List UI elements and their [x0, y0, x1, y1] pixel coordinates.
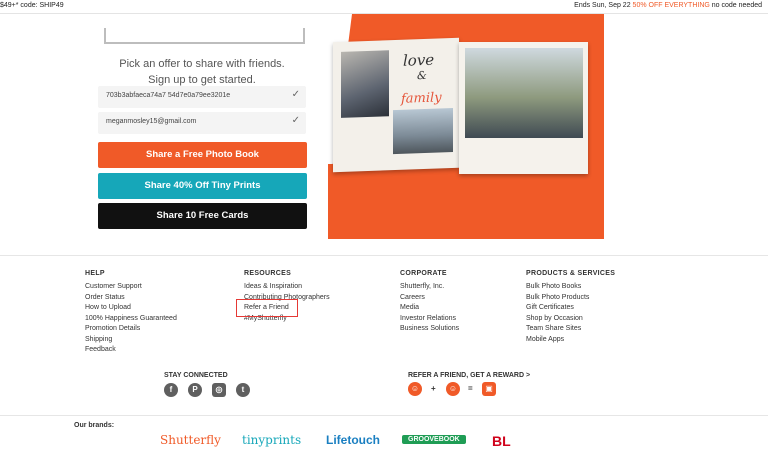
- footer-link-feedback[interactable]: Feedback: [85, 345, 177, 356]
- book-love-text: love: [403, 50, 435, 70]
- footer-link-ideas-inspiration[interactable]: Ideas & Inspiration: [244, 282, 330, 293]
- check-icon: ✓: [291, 89, 300, 100]
- brands-label: Our brands:: [74, 422, 115, 429]
- instagram-icon[interactable]: ◎: [212, 383, 226, 397]
- book-ampersand-text: &: [417, 68, 427, 83]
- promo-sale-text: Ends Sun, Sep 22 50% OFF EVERYTHING no c…: [574, 2, 762, 9]
- footer-link-how-to-upload[interactable]: How to Upload: [85, 303, 177, 314]
- refer-a-friend-highlight: [236, 299, 298, 317]
- brand-lifetouch-logo[interactable]: Lifetouch: [326, 433, 380, 447]
- footer-link-shop-by-occasion[interactable]: Shop by Occasion: [526, 314, 615, 325]
- footer-link-bulk-photo-books[interactable]: Bulk Photo Books: [526, 282, 615, 293]
- equals-sign: =: [468, 384, 473, 393]
- share-photo-book-button[interactable]: Share a Free Photo Book: [98, 142, 307, 168]
- promo-code-text: $49+* code: SHIP49: [0, 2, 64, 9]
- footer-products-column: PRODUCTS & SERVICES Bulk Photo Books Bul…: [526, 270, 615, 345]
- photo-book-image: love & family: [333, 37, 588, 174]
- corporate-heading: CORPORATE: [400, 270, 447, 277]
- footer-link-customer-support[interactable]: Customer Support: [85, 282, 177, 293]
- book-right-page: [459, 42, 588, 174]
- form-card-edge: [104, 28, 305, 44]
- email-value: meganmosley15@gmail.com: [106, 118, 197, 125]
- referral-pitch: Pick an offer to share with friends. Sig…: [98, 56, 306, 88]
- friends-icon: ☺: [446, 382, 460, 396]
- check-icon: ✓: [291, 115, 300, 126]
- group-photo: [465, 48, 583, 138]
- share-cards-button[interactable]: Share 10 Free Cards: [98, 203, 307, 229]
- resources-heading: RESOURCES: [244, 270, 292, 277]
- footer-link-gift-certificates[interactable]: Gift Certificates: [526, 303, 615, 314]
- promo-bar: $49+* code: SHIP49 Ends Sun, Sep 22 50% …: [0, 0, 768, 14]
- twitter-icon[interactable]: t: [236, 383, 250, 397]
- email-field[interactable]: meganmosley15@gmail.com ✓: [98, 112, 306, 134]
- referral-code-field[interactable]: 703b3abfaeca74a7 54d7e0a79ee3201e ✓: [98, 86, 306, 108]
- stay-connected-heading: STAY CONNECTED: [164, 372, 228, 379]
- beach-photo: [393, 108, 453, 155]
- referral-code-value: 703b3abfaeca74a7 54d7e0a79ee3201e: [106, 92, 231, 99]
- pinterest-icon[interactable]: P: [188, 383, 202, 397]
- products-heading: PRODUCTS & SERVICES: [526, 270, 616, 277]
- friend-icon: ☺: [408, 382, 422, 396]
- brand-bl-logo[interactable]: BL: [492, 433, 511, 449]
- book-family-text: family: [401, 90, 442, 107]
- promo-sale-note: no code needed: [711, 2, 762, 9]
- pitch-line-1: Pick an offer to share with friends.: [119, 58, 285, 70]
- footer-corporate-column: CORPORATE Shutterfly, Inc. Careers Media…: [400, 270, 459, 335]
- footer-link-promotion-details[interactable]: Promotion Details: [85, 324, 177, 335]
- referral-hero: Pick an offer to share with friends. Sig…: [0, 14, 768, 239]
- brand-shutterfly-logo[interactable]: Shutterfly: [160, 433, 221, 447]
- footer-divider: [0, 255, 768, 256]
- help-heading: HELP: [85, 270, 105, 277]
- brand-tinyprints-logo[interactable]: tinyprints: [242, 433, 301, 447]
- footer-link-careers[interactable]: Careers: [400, 293, 459, 304]
- footer-link-media[interactable]: Media: [400, 303, 459, 314]
- footer-link-shutterfly-inc[interactable]: Shutterfly, Inc.: [400, 282, 459, 293]
- refer-reward-link[interactable]: REFER A FRIEND, GET A REWARD >: [408, 372, 530, 379]
- footer-link-bulk-photo-products[interactable]: Bulk Photo Products: [526, 293, 615, 304]
- footer-link-order-status[interactable]: Order Status: [85, 293, 177, 304]
- footer-link-mobile-apps[interactable]: Mobile Apps: [526, 335, 615, 346]
- footer-link-investor-relations[interactable]: Investor Relations: [400, 314, 459, 325]
- facebook-icon[interactable]: f: [164, 383, 178, 397]
- book-left-page: love & family: [333, 37, 459, 173]
- gift-icon: ▣: [482, 382, 496, 396]
- share-tiny-prints-button[interactable]: Share 40% Off Tiny Prints: [98, 173, 307, 199]
- family-photo: [341, 50, 389, 118]
- promo-sale-highlight: 50% OFF EVERYTHING: [632, 2, 710, 9]
- brand-groovebook-logo[interactable]: GROOVEBOOK: [402, 435, 466, 444]
- footer-link-happiness-guaranteed[interactable]: 100% Happiness Guaranteed: [85, 314, 177, 325]
- promo-end-date: Ends Sun, Sep 22: [574, 2, 631, 9]
- footer-link-business-solutions[interactable]: Business Solutions: [400, 324, 459, 335]
- plus-sign: +: [431, 384, 436, 393]
- brands-divider: [0, 415, 768, 416]
- footer-link-shipping[interactable]: Shipping: [85, 335, 177, 346]
- footer-help-column: HELP Customer Support Order Status How t…: [85, 270, 177, 356]
- footer-link-team-share-sites[interactable]: Team Share Sites: [526, 324, 615, 335]
